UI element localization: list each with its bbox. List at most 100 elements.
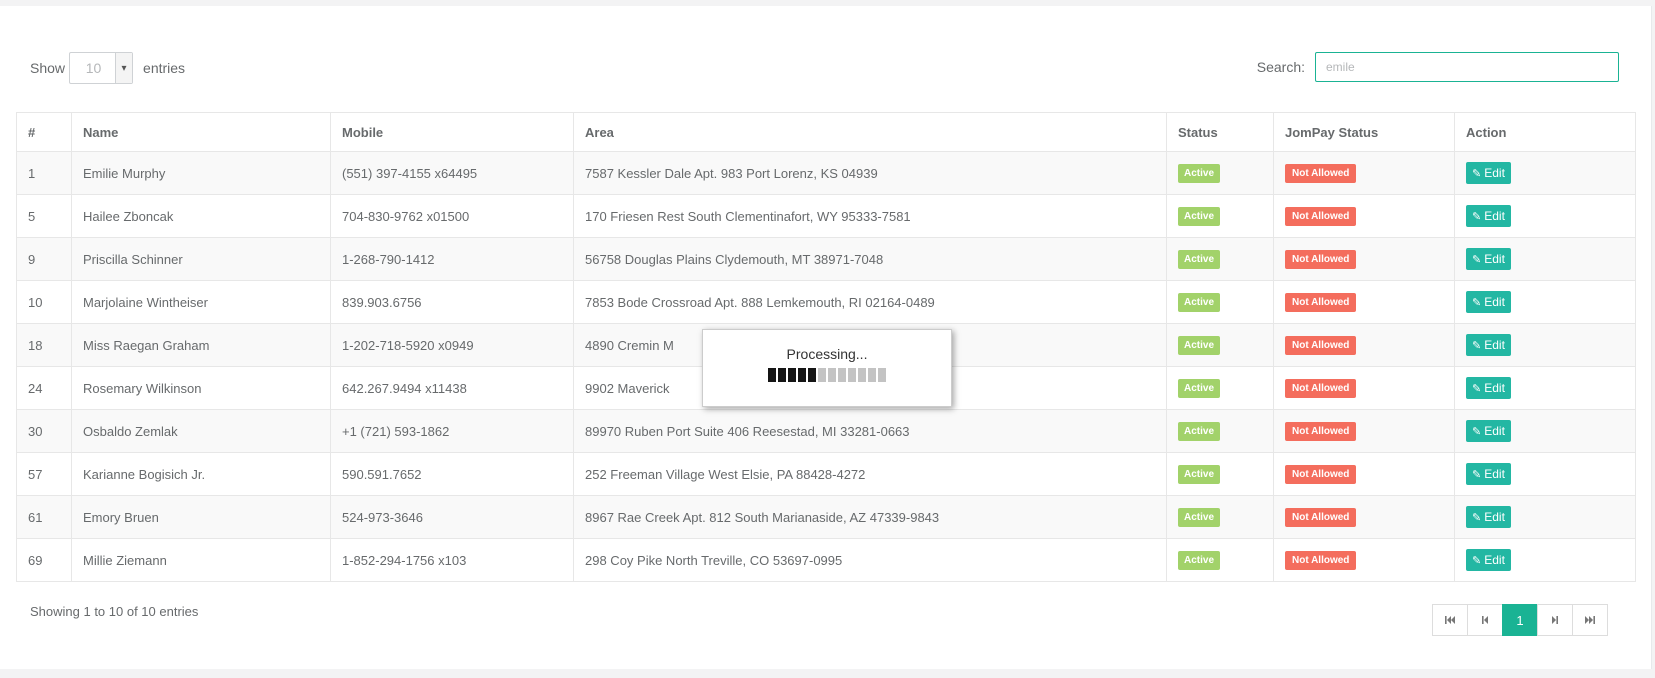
previous-page-icon: [1482, 616, 1488, 624]
cell-action: ✎ Edit: [1454, 366, 1636, 410]
cell-status: Active: [1166, 151, 1274, 195]
cell-action: ✎ Edit: [1454, 538, 1636, 582]
cell-mobile: 642.267.9494 x11438: [330, 366, 574, 410]
edit-icon: ✎: [1472, 511, 1482, 524]
edit-button[interactable]: ✎ Edit: [1466, 162, 1511, 184]
column-header-area[interactable]: Area: [573, 112, 1167, 152]
edit-button-label: Edit: [1484, 209, 1505, 223]
status-badge: Active: [1178, 550, 1221, 570]
entries-per-page-select[interactable]: 10 ▾: [69, 52, 134, 84]
edit-button[interactable]: ✎ Edit: [1466, 205, 1511, 227]
status-badge: Active: [1178, 249, 1221, 269]
cell-action: ✎ Edit: [1454, 194, 1636, 238]
edit-button[interactable]: ✎ Edit: [1466, 549, 1511, 571]
table-header-row: # Name Mobile Area Status JomPay Status …: [16, 112, 1636, 152]
cell-mobile: 590.591.7652: [330, 452, 574, 496]
edit-button[interactable]: ✎ Edit: [1466, 248, 1511, 270]
cell-mobile: 1-202-718-5920 x0949: [330, 323, 574, 367]
table-row: 30 Osbaldo Zemlak +1 (721) 593-1862 89970 R…: [16, 409, 1636, 453]
cell-name: Osbaldo Zemlak: [71, 409, 331, 453]
edit-button[interactable]: ✎ Edit: [1466, 420, 1511, 442]
cell-status: Active: [1166, 323, 1274, 367]
column-header-mobile[interactable]: Mobile: [330, 112, 574, 152]
search-label: Search:: [1256, 59, 1305, 75]
cell-action: ✎ Edit: [1454, 452, 1636, 496]
cell-name: Priscilla Schinner: [71, 237, 331, 281]
cell-mobile: 524-973-3646: [330, 495, 574, 539]
jompay-status-badge: Not Allowed: [1285, 550, 1357, 570]
cell-mobile: 1-852-294-1756 x103: [330, 538, 574, 582]
cell-status: Active: [1166, 280, 1274, 324]
cell-status: Active: [1166, 538, 1274, 582]
first-page-button[interactable]: [1432, 604, 1468, 636]
search-box: Search:: [1257, 52, 1619, 82]
cell-mobile: 1-268-790-1412: [330, 237, 574, 281]
edit-button[interactable]: ✎ Edit: [1466, 291, 1511, 313]
jompay-status-badge: Not Allowed: [1285, 249, 1357, 269]
jompay-status-badge: Not Allowed: [1285, 163, 1357, 183]
cell-status: Active: [1166, 452, 1274, 496]
jompay-status-badge: Not Allowed: [1285, 292, 1357, 312]
show-label: Show: [30, 60, 66, 76]
cell-jompay-status: Not Allowed: [1273, 452, 1455, 496]
cell-jompay-status: Not Allowed: [1273, 323, 1455, 367]
search-input[interactable]: [1315, 52, 1619, 82]
edit-icon: ✎: [1472, 468, 1482, 481]
jompay-status-badge: Not Allowed: [1285, 507, 1357, 527]
status-badge: Active: [1178, 206, 1221, 226]
cell-area: 89970 Ruben Port Suite 406 Reesestad, MI…: [573, 409, 1167, 453]
table-row: 10 Marjolaine Wintheiser 839.903.6756 7853 …: [16, 280, 1636, 324]
edit-button[interactable]: ✎ Edit: [1466, 377, 1511, 399]
progress-segment: [838, 368, 846, 382]
previous-page-button[interactable]: [1467, 604, 1503, 636]
cell-jompay-status: Not Allowed: [1273, 409, 1455, 453]
cell-area: 170 Friesen Rest South Clementinafort, W…: [573, 194, 1167, 238]
column-header-action[interactable]: Action: [1454, 112, 1636, 152]
table-row: 5 Hailee Zboncak 704-830-9762 x01500 170 Fr…: [16, 194, 1636, 238]
cell-number: 69: [16, 538, 72, 582]
edit-button[interactable]: ✎ Edit: [1466, 334, 1511, 356]
edit-icon: ✎: [1472, 554, 1482, 567]
table-row: 9 Priscilla Schinner 1-268-790-1412 56758 D…: [16, 237, 1636, 281]
cell-action: ✎ Edit: [1454, 151, 1636, 195]
cell-area: 7853 Bode Crossroad Apt. 888 Lemkemouth,…: [573, 280, 1167, 324]
cell-mobile: +1 (721) 593-1862: [330, 409, 574, 453]
page-button-current[interactable]: 1: [1502, 604, 1538, 636]
next-page-button[interactable]: [1537, 604, 1573, 636]
progress-segment: [818, 368, 826, 382]
entries-label: entries: [143, 60, 186, 76]
cell-number: 24: [16, 366, 72, 410]
cell-number: 5: [16, 194, 72, 238]
cell-action: ✎ Edit: [1454, 323, 1636, 367]
entries-per-page-value: 10: [85, 60, 102, 76]
cell-number: 10: [16, 280, 72, 324]
progress-segment: [878, 368, 886, 382]
edit-button[interactable]: ✎ Edit: [1466, 463, 1511, 485]
column-header-name[interactable]: Name: [71, 112, 331, 152]
status-badge: Active: [1178, 507, 1221, 527]
table-row: 61 Emory Bruen 524-973-3646 8967 Rae Creek …: [16, 495, 1636, 539]
progress-segment: [808, 368, 816, 382]
column-header-number[interactable]: #: [16, 112, 72, 152]
column-header-status[interactable]: Status: [1166, 112, 1274, 152]
cell-jompay-status: Not Allowed: [1273, 495, 1455, 539]
edit-icon: ✎: [1472, 210, 1482, 223]
cell-name: Millie Ziemann: [71, 538, 331, 582]
cell-number: 18: [16, 323, 72, 367]
column-header-jompay-status[interactable]: JomPay Status: [1273, 112, 1455, 152]
cell-status: Active: [1166, 495, 1274, 539]
last-page-button[interactable]: [1572, 604, 1608, 636]
cell-action: ✎ Edit: [1454, 409, 1636, 453]
cell-number: 30: [16, 409, 72, 453]
cell-action: ✎ Edit: [1454, 237, 1636, 281]
progress-segment: [858, 368, 866, 382]
status-badge: Active: [1178, 163, 1221, 183]
cell-area: 8967 Rae Creek Apt. 812 South Marianasid…: [573, 495, 1167, 539]
edit-button-label: Edit: [1484, 166, 1505, 180]
edit-button[interactable]: ✎ Edit: [1466, 506, 1511, 528]
cell-area: 298 Coy Pike North Treville, CO 53697-09…: [573, 538, 1167, 582]
edit-icon: ✎: [1472, 339, 1482, 352]
edit-button-label: Edit: [1484, 252, 1505, 266]
edit-icon: ✎: [1472, 253, 1482, 266]
processing-progress-bar: [703, 368, 951, 382]
